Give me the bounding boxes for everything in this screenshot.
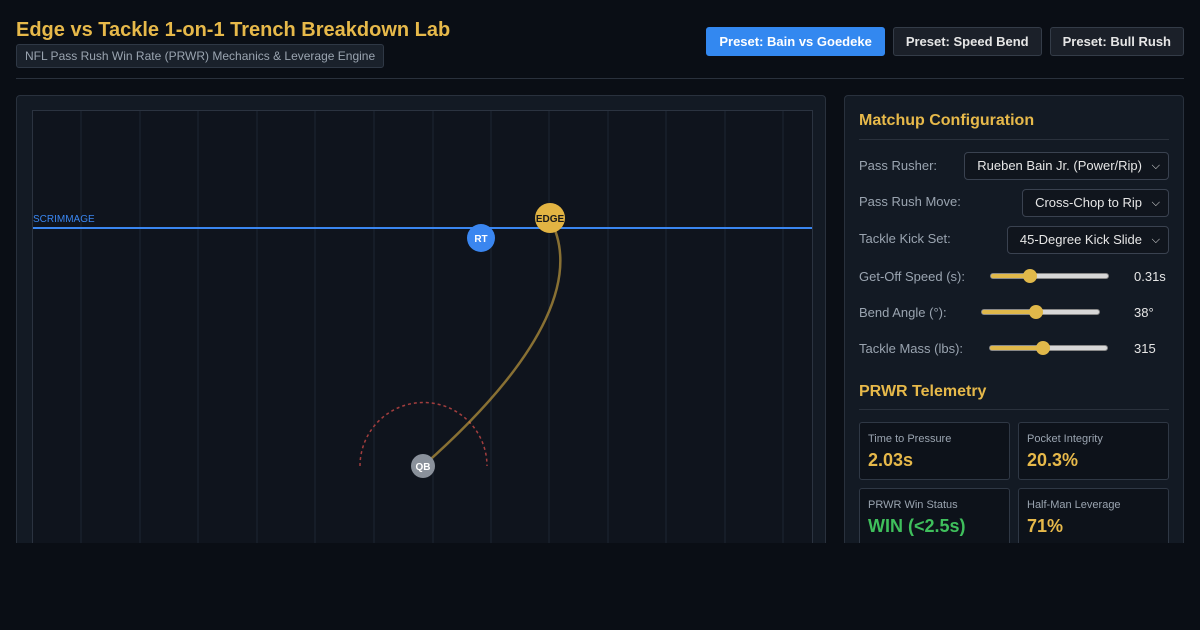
edge-player[interactable]: EDGE bbox=[535, 203, 565, 233]
prwr-win-status-card: PRWR Win Status WIN (<2.5s) bbox=[859, 488, 1010, 543]
config-divider bbox=[859, 139, 1169, 140]
get-off-speed-label: Get-Off Speed (s): bbox=[859, 269, 965, 284]
rt-player[interactable]: RT bbox=[467, 224, 495, 252]
yard-lines bbox=[80, 111, 784, 543]
pass-rush-move-select[interactable]: Cross-Chop to Rip ⌵ bbox=[1022, 189, 1169, 217]
telemetry-title: PRWR Telemetry bbox=[859, 383, 987, 400]
half-man-leverage-label: Half-Man Leverage bbox=[1027, 499, 1121, 511]
qb-player[interactable]: QB bbox=[411, 454, 435, 478]
preset-speed-bend-button[interactable]: Preset: Speed Bend bbox=[892, 27, 1042, 56]
preset-bain-vs-goedeke-button[interactable]: Preset: Bain vs Goedeke bbox=[706, 27, 885, 56]
tackle-mass-fill bbox=[990, 346, 1043, 350]
bend-angle-fill bbox=[982, 310, 1036, 314]
tackle-mass-slider[interactable] bbox=[989, 341, 1108, 355]
prwr-win-status-value: WIN (<2.5s) bbox=[868, 516, 966, 536]
chevron-down-icon: ⌵ bbox=[1151, 234, 1160, 246]
pass-rusher-select[interactable]: Rueben Bain Jr. (Power/Rip) ⌵ bbox=[964, 152, 1169, 180]
tackle-kick-set-select[interactable]: 45-Degree Kick Slide ⌵ bbox=[1006, 226, 1169, 254]
pass-rusher-value: Rueben Bain Jr. (Power/Rip) bbox=[977, 158, 1142, 173]
chevron-down-icon: ⌵ bbox=[1151, 197, 1160, 209]
rush-path bbox=[422, 218, 562, 467]
bend-angle-value: 38° bbox=[1134, 305, 1154, 320]
half-man-leverage-value: 71% bbox=[1027, 516, 1064, 536]
tackle-kick-set-value: 45-Degree Kick Slide bbox=[1019, 232, 1142, 247]
config-title: Matchup Configuration bbox=[859, 112, 1035, 129]
preset-bull-rush-button[interactable]: Preset: Bull Rush bbox=[1049, 27, 1184, 56]
page-subtitle: NFL Pass Rush Win Rate (PRWR) Mechanics … bbox=[16, 44, 385, 68]
bend-angle-handle[interactable] bbox=[1028, 305, 1043, 319]
pass-rusher-label: Pass Rusher: bbox=[859, 158, 938, 173]
pocket-integrity-value: 20.3% bbox=[1027, 450, 1079, 470]
prwr-win-status-label: PRWR Win Status bbox=[868, 499, 958, 511]
edge-label: EDGE bbox=[536, 214, 565, 225]
time-to-pressure-value: 2.03s bbox=[868, 450, 914, 470]
telemetry-divider bbox=[859, 409, 1169, 410]
tackle-kick-set-label: Tackle Kick Set: bbox=[859, 231, 951, 246]
config-panel: Matchup Configuration Pass Rusher: Ruebe… bbox=[844, 95, 1184, 543]
bend-angle-label: Bend Angle (°): bbox=[859, 305, 947, 320]
tackle-mass-handle[interactable] bbox=[1035, 341, 1050, 355]
half-man-leverage-card: Half-Man Leverage 71% bbox=[1018, 488, 1169, 543]
get-off-speed-value: 0.31s bbox=[1134, 269, 1166, 284]
get-off-speed-slider[interactable] bbox=[990, 269, 1109, 283]
field-panel: SCRIMMAGE RT EDGE QB bbox=[16, 95, 826, 543]
pocket-integrity-card: Pocket Integrity 20.3% bbox=[1018, 422, 1169, 480]
preset-bar: Preset: Bain vs Goedeke Preset: Speed Be… bbox=[706, 27, 1184, 56]
tackle-mass-label: Tackle Mass (lbs): bbox=[859, 341, 964, 356]
tackle-mass-value: 315 bbox=[1134, 341, 1156, 356]
pocket-integrity-label: Pocket Integrity bbox=[1027, 433, 1103, 445]
qb-label: QB bbox=[416, 462, 431, 473]
time-to-pressure-label: Time to Pressure bbox=[868, 433, 952, 445]
get-off-speed-handle[interactable] bbox=[1022, 269, 1037, 283]
page-title: Edge vs Tackle 1-on-1 Trench Breakdown L… bbox=[16, 19, 451, 41]
rt-label: RT bbox=[474, 234, 487, 245]
scrimmage-label: SCRIMMAGE bbox=[33, 214, 95, 225]
time-to-pressure-card: Time to Pressure 2.03s bbox=[859, 422, 1010, 480]
chevron-down-icon: ⌵ bbox=[1151, 160, 1160, 172]
bend-angle-slider[interactable] bbox=[981, 305, 1100, 319]
header: Edge vs Tackle 1-on-1 Trench Breakdown L… bbox=[16, 16, 1184, 79]
pass-rush-move-label: Pass Rush Move: bbox=[859, 194, 961, 209]
field-diagram: SCRIMMAGE RT EDGE QB bbox=[33, 111, 812, 543]
app-root: Edge vs Tackle 1-on-1 Trench Breakdown L… bbox=[0, 0, 1200, 543]
pass-rush-move-value: Cross-Chop to Rip bbox=[1035, 195, 1142, 210]
field-canvas[interactable]: SCRIMMAGE RT EDGE QB bbox=[32, 110, 813, 543]
